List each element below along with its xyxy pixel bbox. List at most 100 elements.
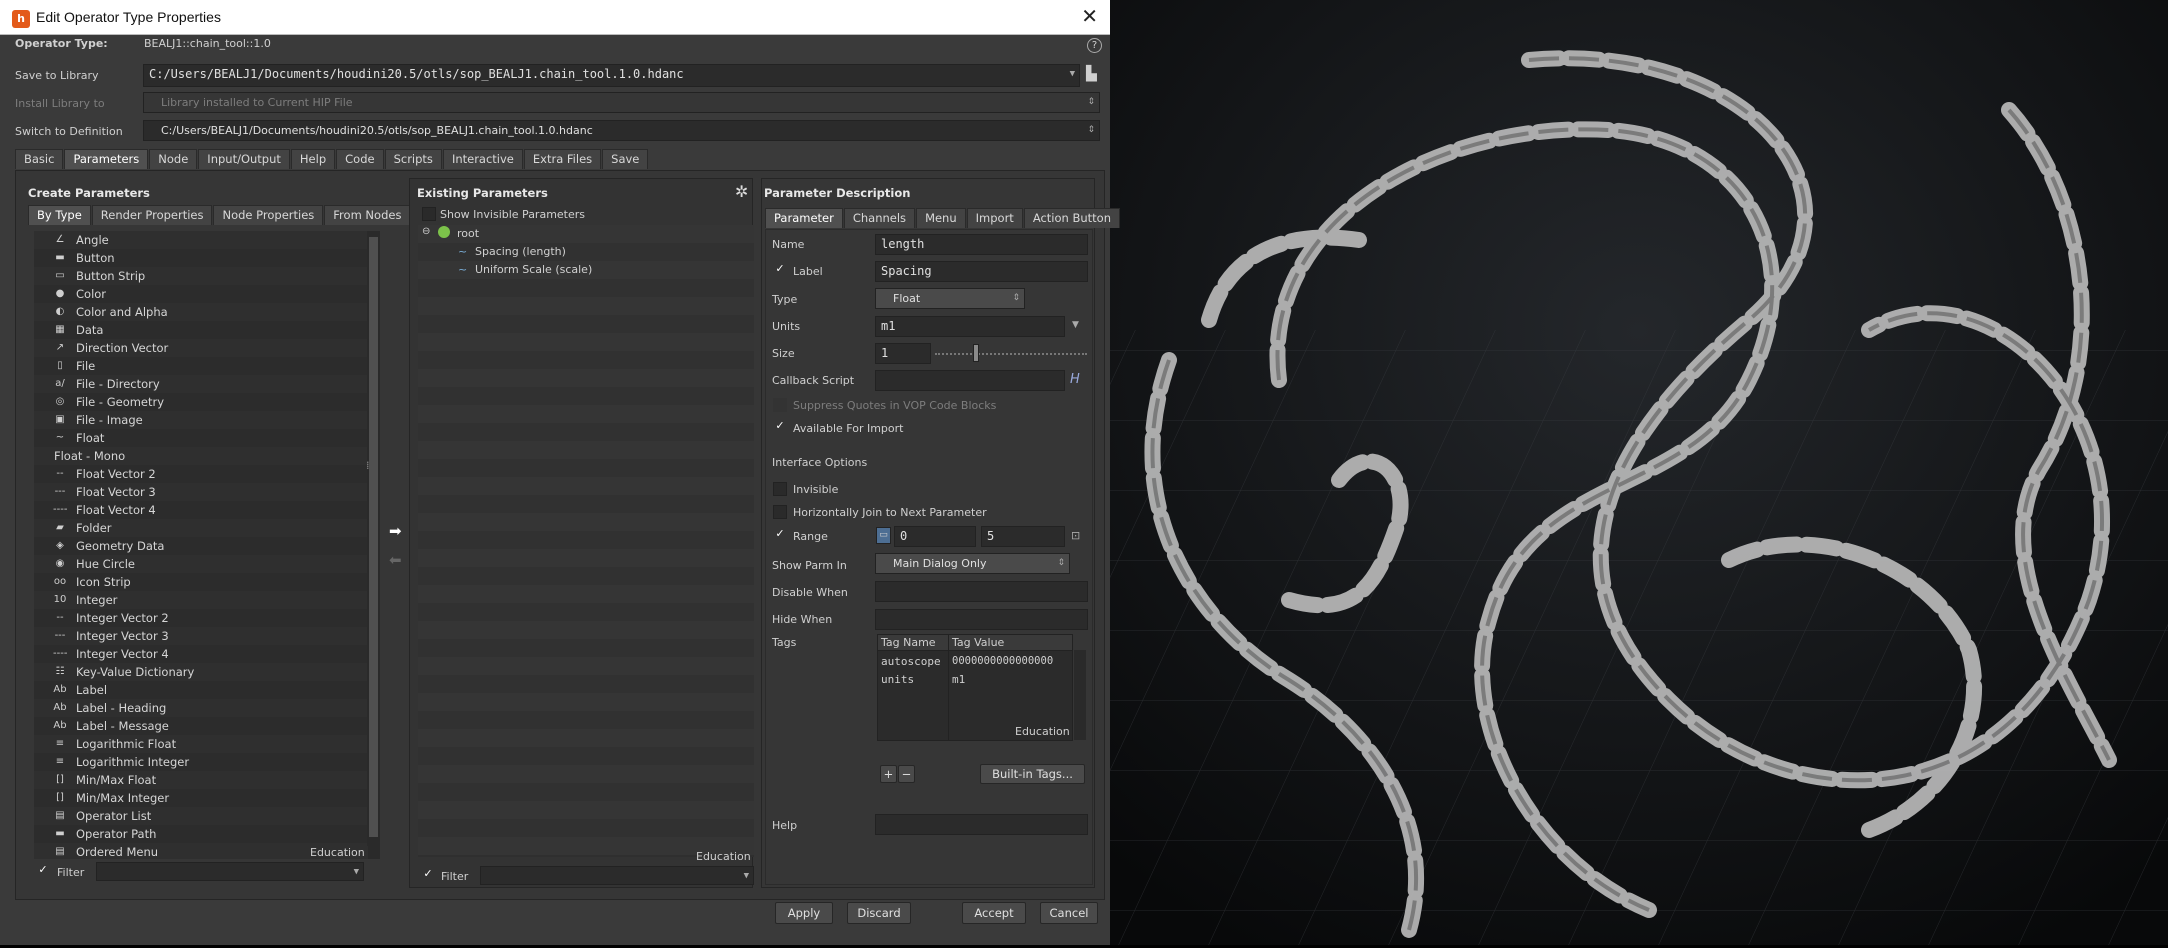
- apply-button[interactable]: Apply: [775, 902, 833, 924]
- switch-definition-field[interactable]: C:/Users/BEALJ1/Documents/houdini20.5/ot…: [143, 120, 1100, 141]
- tab-save[interactable]: Save: [602, 149, 649, 169]
- python-language-icon[interactable]: H: [1070, 372, 1080, 387]
- list-item[interactable]: 10 Integer: [34, 591, 367, 609]
- save-library-field[interactable]: C:/Users/BEALJ1/Documents/houdini20.5/ot…: [143, 64, 1080, 87]
- list-item[interactable]: ▦ Data: [34, 321, 367, 339]
- name-input[interactable]: length: [875, 234, 1088, 255]
- list-item[interactable]: ◉ Hue Circle: [34, 555, 367, 573]
- hide-when-input[interactable]: [875, 609, 1088, 630]
- chevron-down-icon[interactable]: ▼: [744, 867, 749, 884]
- list-item[interactable]: ▤ Operator List: [34, 807, 367, 825]
- list-item[interactable]: [] Min/Max Integer: [34, 789, 367, 807]
- spinner-icon[interactable]: ⇕: [1012, 289, 1020, 308]
- add-tag-button[interactable]: +: [880, 765, 897, 783]
- tab-menu[interactable]: Menu: [916, 208, 966, 228]
- available-import-check-icon[interactable]: ✓: [773, 420, 787, 434]
- disable-when-input[interactable]: [875, 581, 1088, 602]
- tab-parameter[interactable]: Parameter: [765, 208, 843, 228]
- tab-node[interactable]: Node: [149, 149, 198, 169]
- list-item[interactable]: ▯ File: [34, 357, 367, 375]
- list-item[interactable]: ◎ File - Geometry: [34, 393, 367, 411]
- list-item[interactable]: ~ Float: [34, 429, 367, 447]
- tab-scripts[interactable]: Scripts: [384, 149, 442, 169]
- tree-root-label[interactable]: root: [457, 227, 479, 240]
- range-min-lock-icon[interactable]: ▭: [876, 527, 891, 544]
- tags-scrollbar[interactable]: [1074, 650, 1086, 740]
- label-check-icon[interactable]: ✓: [773, 263, 787, 277]
- tab-extra-files[interactable]: Extra Files: [523, 149, 602, 169]
- list-item[interactable]: --- Float Vector 3: [34, 483, 367, 501]
- resize-handle-icon[interactable]: ⁞: [366, 459, 370, 472]
- param-type-scrollbar[interactable]: [367, 231, 380, 859]
- tab-by-type[interactable]: By Type: [28, 205, 91, 225]
- size-slider-handle[interactable]: [973, 344, 980, 362]
- callback-script-input[interactable]: [875, 370, 1065, 391]
- help-input[interactable]: [875, 814, 1088, 835]
- tab-action-button[interactable]: Action Button: [1023, 208, 1121, 228]
- chevron-down-icon[interactable]: ▼: [1072, 320, 1079, 330]
- chevron-down-icon[interactable]: ▼: [354, 863, 359, 880]
- list-item[interactable]: -- Integer Vector 2: [34, 609, 367, 627]
- list-item[interactable]: ≡ Logarithmic Float: [34, 735, 367, 753]
- add-parameter-arrow-icon[interactable]: ➡: [389, 522, 402, 540]
- list-item[interactable]: ---- Float Vector 4: [34, 501, 367, 519]
- list-item[interactable]: --- Integer Vector 3: [34, 627, 367, 645]
- tab-help[interactable]: Help: [290, 149, 336, 169]
- builtin-tags-button[interactable]: Built-in Tags...: [980, 764, 1085, 784]
- tree-item-uniform-scale[interactable]: Uniform Scale (scale): [475, 263, 592, 276]
- tab-node-properties[interactable]: Node Properties: [213, 205, 324, 225]
- viewport-3d[interactable]: [1109, 0, 2168, 945]
- list-item[interactable]: ▬ Operator Path: [34, 825, 367, 843]
- tag-row-name[interactable]: units: [881, 673, 914, 686]
- label-input[interactable]: Spacing: [875, 261, 1088, 282]
- tab-input-output[interactable]: Input/Output: [198, 149, 290, 169]
- size-slider-track[interactable]: [935, 353, 1087, 355]
- list-item[interactable]: Float - Mono: [34, 447, 367, 465]
- tab-interactive[interactable]: Interactive: [442, 149, 523, 169]
- collapse-icon[interactable]: ⊖: [422, 226, 430, 237]
- size-input[interactable]: 1: [875, 343, 931, 364]
- range-max-input[interactable]: 5: [981, 526, 1065, 547]
- filter-check-icon[interactable]: ✓: [421, 868, 435, 882]
- invisible-checkbox[interactable]: [773, 482, 787, 496]
- list-item[interactable]: ◈ Geometry Data: [34, 537, 367, 555]
- file-browse-icon[interactable]: ▙: [1086, 66, 1097, 82]
- cancel-button[interactable]: Cancel: [1040, 902, 1098, 924]
- list-item[interactable]: ▣ File - Image: [34, 411, 367, 429]
- tab-code[interactable]: Code: [336, 149, 384, 169]
- remove-parameter-arrow-icon[interactable]: ⬅: [389, 551, 402, 569]
- range-max-lock-icon[interactable]: ⊡: [1071, 529, 1080, 542]
- tab-parameters[interactable]: Parameters: [64, 149, 149, 169]
- existing-filter-input[interactable]: ▼: [480, 866, 754, 885]
- list-item[interactable]: a/File - Directory: [34, 375, 367, 393]
- chevron-down-icon[interactable]: ▼: [1070, 65, 1075, 84]
- list-item[interactable]: ◐ Color and Alpha: [34, 303, 367, 321]
- gear-icon[interactable]: ✲: [735, 182, 748, 201]
- discard-button[interactable]: Discard: [847, 902, 911, 924]
- spinner-icon[interactable]: ⇕: [1087, 121, 1095, 140]
- list-item[interactable]: ↗ Direction Vector: [34, 339, 367, 357]
- horizontal-join-checkbox[interactable]: [773, 505, 787, 519]
- tab-basic[interactable]: Basic: [15, 149, 64, 169]
- tag-row-value[interactable]: m1: [952, 673, 965, 686]
- spinner-icon[interactable]: ⇕: [1057, 554, 1065, 573]
- list-item[interactable]: ● Color: [34, 285, 367, 303]
- list-item[interactable]: ∠ Angle: [34, 231, 367, 249]
- close-icon[interactable]: ✕: [1081, 4, 1098, 28]
- list-item[interactable]: -- Float Vector 2: [34, 465, 367, 483]
- list-item[interactable]: ▭ Button Strip: [34, 267, 367, 285]
- tab-from-nodes[interactable]: From Nodes: [324, 205, 411, 225]
- tab-render-properties[interactable]: Render Properties: [91, 205, 213, 225]
- list-item[interactable]: ▬ Button: [34, 249, 367, 267]
- create-filter-input[interactable]: ▼: [96, 862, 364, 881]
- help-icon[interactable]: ?: [1087, 38, 1102, 53]
- range-check-icon[interactable]: ✓: [773, 528, 787, 542]
- param-type-list[interactable]: ∠ Angle ▬ Button ▭ Button Strip ● Color ◐ Color a…: [34, 231, 367, 859]
- list-item[interactable]: ☷ Key-Value Dictionary: [34, 663, 367, 681]
- accept-button[interactable]: Accept: [962, 902, 1026, 924]
- tab-channels[interactable]: Channels: [843, 208, 916, 228]
- tags-table[interactable]: Tag Name Tag Value autoscope 00000000000…: [877, 634, 1073, 741]
- list-item[interactable]: ---- Integer Vector 4: [34, 645, 367, 663]
- remove-tag-button[interactable]: −: [898, 765, 915, 783]
- range-min-input[interactable]: 0: [894, 526, 976, 547]
